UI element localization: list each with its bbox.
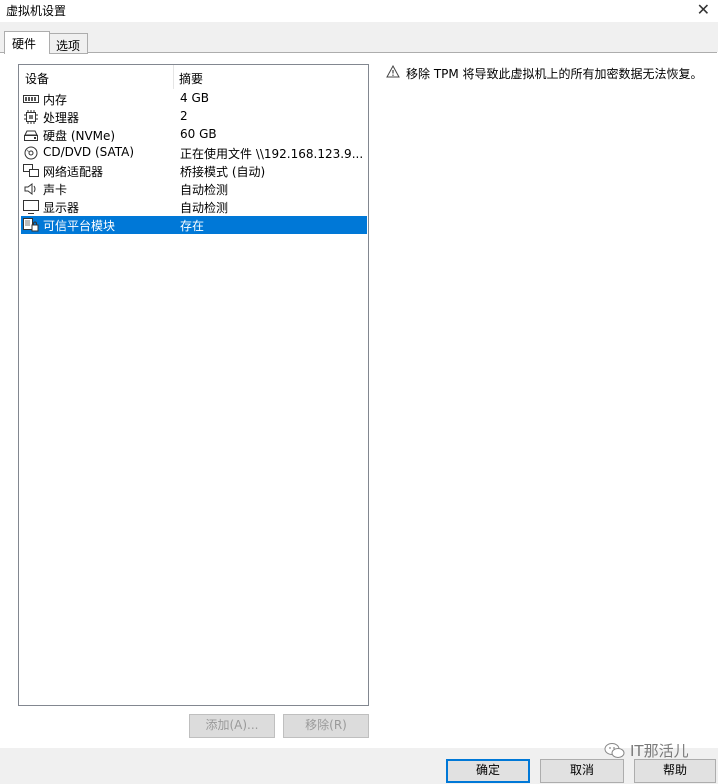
sound-icon	[24, 183, 36, 195]
column-divider[interactable]	[173, 65, 174, 89]
device-row-display[interactable]: 显示器 自动检测	[21, 198, 367, 216]
cd-icon	[24, 146, 38, 160]
device-row-cddvd[interactable]: CD/DVD (SATA) 正在使用文件 \\192.168.123.9...	[21, 144, 367, 162]
device-summary: 60 GB	[180, 127, 217, 141]
cancel-button[interactable]: 取消	[540, 759, 624, 783]
device-name: 硬盘 (NVMe)	[43, 129, 116, 143]
device-summary: 4 GB	[180, 91, 209, 105]
help-button[interactable]: 帮助	[634, 759, 716, 783]
device-row-tpm[interactable]: 可信平台模块 存在	[21, 216, 367, 234]
device-summary: 正在使用文件 \\192.168.123.9...	[180, 147, 364, 161]
tab-options-label: 选项	[56, 39, 81, 53]
column-header-summary[interactable]: 摘要	[179, 70, 203, 87]
watermark-text: IT那活儿	[630, 742, 689, 760]
device-summary: 存在	[180, 219, 205, 233]
warning-icon	[386, 65, 400, 78]
device-summary: 桥接模式 (自动)	[180, 165, 266, 179]
network-icon	[23, 164, 39, 177]
device-row-disk[interactable]: 硬盘 (NVMe) 60 GB	[21, 126, 367, 144]
remove-device-button[interactable]: 移除(R)	[283, 714, 369, 738]
device-list-header: 设备 摘要	[19, 65, 368, 89]
device-row-memory[interactable]: 内存 4 GB	[21, 90, 367, 108]
window-title: 虚拟机设置	[6, 4, 67, 18]
device-summary: 自动检测	[180, 201, 229, 215]
tab-strip	[0, 22, 718, 52]
device-name: CD/DVD (SATA)	[43, 145, 135, 159]
device-summary: 自动检测	[180, 183, 229, 197]
tab-hardware-label: 硬件	[12, 37, 37, 51]
ok-button[interactable]: 确定	[446, 759, 530, 783]
device-name: 可信平台模块	[43, 219, 116, 233]
device-row-sound[interactable]: 声卡 自动检测	[21, 180, 367, 198]
wechat-logo-icon	[604, 743, 625, 758]
device-name: 处理器	[43, 111, 80, 125]
disk-icon	[24, 130, 38, 141]
device-row-network[interactable]: 网络适配器 桥接模式 (自动)	[21, 162, 367, 180]
device-row-processor[interactable]: 处理器 2	[21, 108, 367, 126]
tab-options[interactable]: 选项	[48, 33, 88, 54]
warning-text: 移除 TPM 将导致此虚拟机上的所有加密数据无法恢复。	[406, 67, 703, 81]
tpm-icon	[23, 218, 39, 232]
device-list[interactable]: 设备 摘要 内存 4 GB 处理器 2 硬盘 (NVMe) 60 GB CD/D…	[18, 64, 369, 706]
title-bar: 虚拟机设置 ✕	[0, 0, 718, 22]
memory-icon	[23, 95, 39, 103]
device-summary: 2	[180, 109, 188, 123]
tab-hardware[interactable]: 硬件	[4, 31, 50, 54]
cpu-icon	[24, 110, 38, 124]
device-name: 内存	[43, 93, 68, 107]
display-icon	[23, 200, 39, 214]
add-device-button[interactable]: 添加(A)...	[189, 714, 275, 738]
column-header-device[interactable]: 设备	[25, 70, 49, 87]
close-icon[interactable]: ✕	[697, 0, 710, 19]
device-name: 声卡	[43, 183, 68, 197]
device-name: 显示器	[43, 201, 80, 215]
device-name: 网络适配器	[43, 165, 104, 179]
